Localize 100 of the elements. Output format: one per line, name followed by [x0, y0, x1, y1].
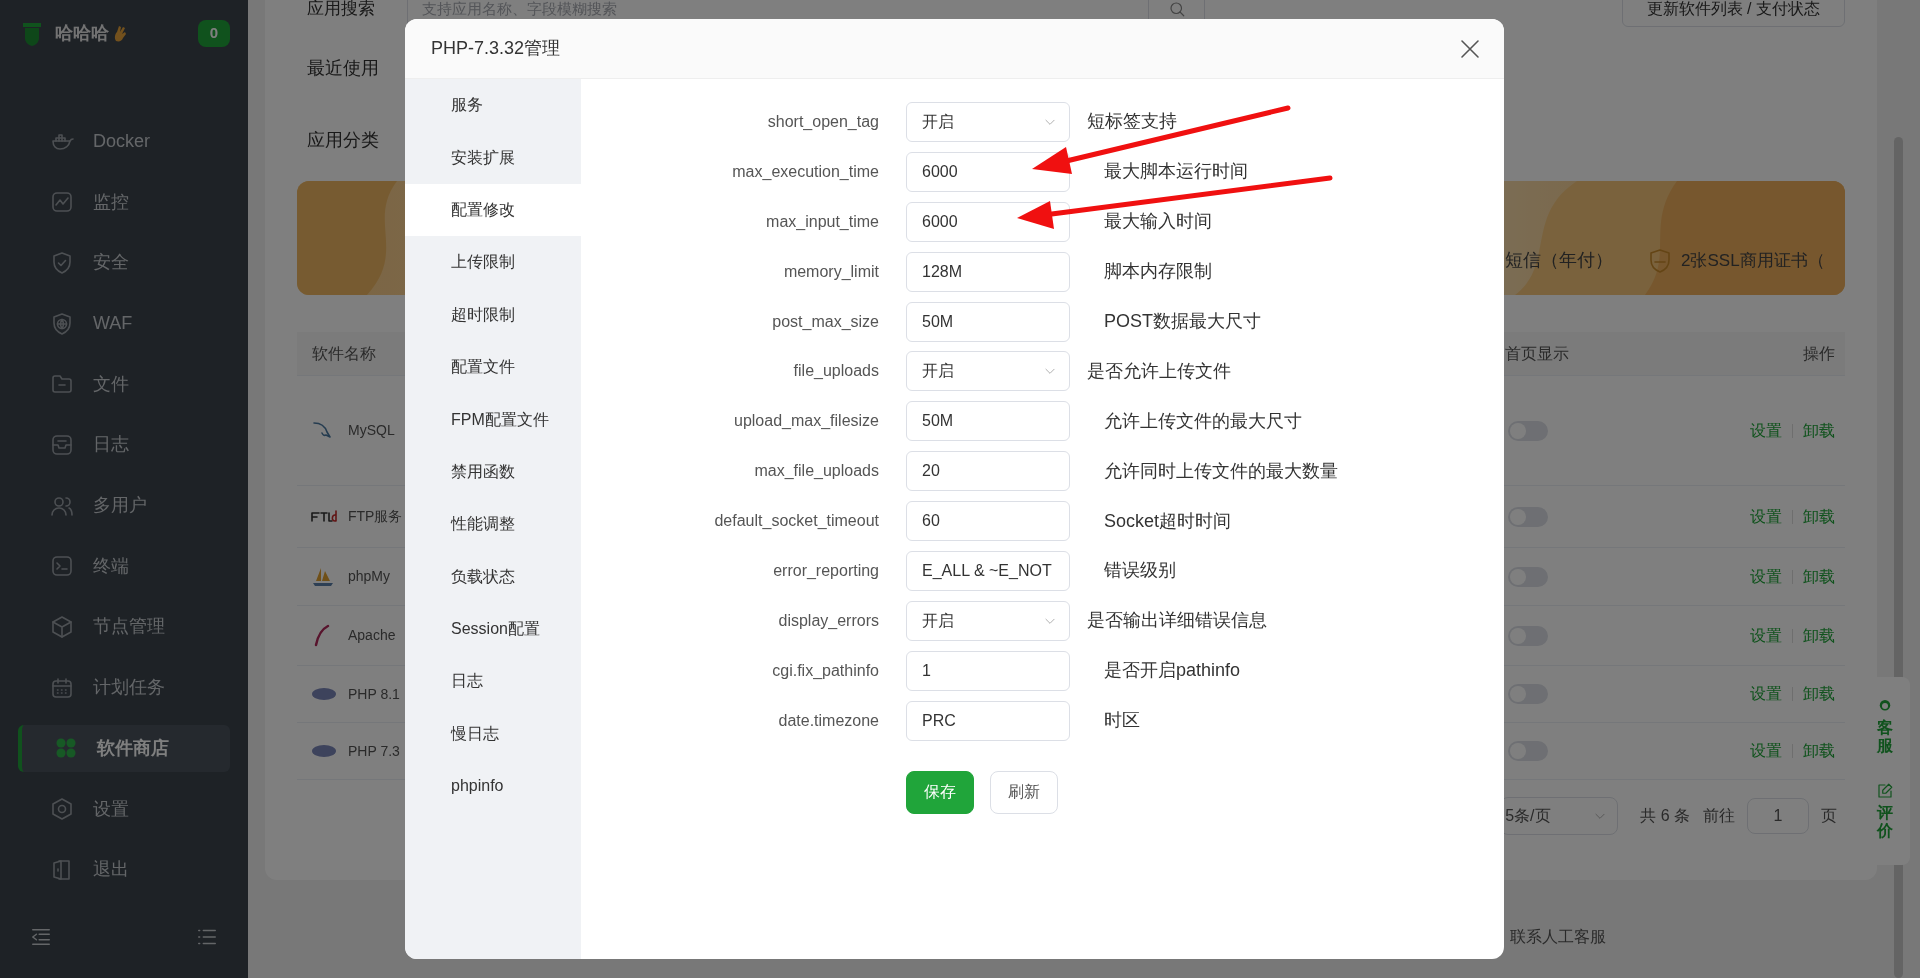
sidebar-item[interactable]: 安全	[18, 239, 230, 287]
input-field[interactable]: 50M	[906, 301, 1070, 342]
setting-label: short_open_tag	[766, 111, 879, 132]
setting-description: 错误级别	[1104, 559, 1176, 583]
setting-label: display_errors	[777, 610, 879, 631]
sidebar-item[interactable]: 监控	[18, 178, 230, 226]
settings-icon	[50, 797, 74, 821]
setting-label: max_execution_time	[731, 161, 879, 182]
search-icon	[1167, 0, 1186, 18]
sidebar-item[interactable]: 节点管理	[18, 603, 230, 651]
software-name: PHP 7.3	[348, 741, 400, 761]
action-link[interactable]: 设置	[1750, 564, 1782, 589]
sidebar-item[interactable]: 设置	[18, 785, 230, 833]
setting-label: cgi.fix_pathinfo	[771, 660, 879, 681]
input-field[interactable]: 50M	[906, 401, 1070, 442]
software-name: MySQL	[348, 421, 395, 440]
select-field[interactable]: 开启	[906, 101, 1070, 142]
setting-description: POST数据最大尺寸	[1104, 310, 1261, 333]
menu-item[interactable]: 负载状态	[405, 550, 581, 603]
setting-label: max_input_time	[765, 211, 879, 232]
action-link[interactable]: 设置	[1750, 623, 1782, 648]
dialog-title: PHP-7.3.32管理	[431, 37, 561, 60]
menu-item[interactable]: 性能调整	[405, 498, 581, 551]
menu-item[interactable]: 日志	[405, 655, 581, 708]
setting-label: max_file_uploads	[753, 461, 879, 482]
setting-description: 最大输入时间	[1104, 210, 1212, 234]
menu-item[interactable]: 超时限制	[405, 288, 581, 341]
menu-item[interactable]: FPM配置文件	[405, 393, 581, 446]
setting-description: 时区	[1104, 709, 1140, 733]
setting-label: file_uploads	[792, 361, 879, 382]
software-name: Apache	[348, 626, 396, 645]
sidebar-item[interactable]: 日志	[18, 421, 230, 469]
input-field[interactable]: 128M	[906, 251, 1070, 292]
setting-description: 脚本内存限制	[1104, 260, 1212, 284]
page-suffix: 页	[1821, 806, 1837, 826]
edit-icon	[1875, 782, 1894, 801]
sidebar-item[interactable]: 计划任务	[18, 664, 230, 712]
menu-item[interactable]: phpinfo	[405, 760, 581, 813]
action-link[interactable]: 卸载	[1803, 564, 1835, 589]
software-name: PHP 8.1	[348, 684, 400, 704]
cube-icon	[50, 614, 74, 639]
input-field[interactable]: 20	[906, 451, 1070, 492]
column-header: 首页显示	[1505, 343, 1569, 364]
select-field[interactable]: 开启	[906, 351, 1070, 392]
sidebar-item[interactable]: 软件商店	[18, 724, 230, 772]
calendar-icon	[50, 675, 74, 700]
input-field[interactable]: E_ALL & ~E_NOT	[906, 550, 1070, 591]
select-field[interactable]: 开启	[906, 600, 1070, 641]
setting-description: Socket超时时间	[1104, 509, 1232, 533]
action-link[interactable]: 卸载	[1803, 739, 1835, 763]
action-link[interactable]: 卸载	[1803, 504, 1835, 529]
sidebar-item[interactable]: Docker	[18, 117, 230, 165]
setting-label: date.timezone	[777, 710, 879, 731]
input-field[interactable]: 6000	[906, 201, 1070, 242]
menu-item[interactable]: Session配置	[405, 602, 581, 656]
sidebar-item[interactable]: 终端	[18, 542, 230, 590]
brand-name: 哈哈哈	[55, 21, 109, 45]
setting-description: 是否开启pathinfo	[1104, 659, 1241, 683]
action-link[interactable]: 设置	[1750, 418, 1782, 443]
widget-button[interactable]: 评价	[1875, 782, 1894, 840]
menu-item[interactable]: 禁用函数	[405, 445, 581, 499]
action-link[interactable]: 设置	[1750, 739, 1782, 763]
action-link[interactable]: 设置	[1750, 504, 1782, 529]
total-count: 共 6 条	[1640, 806, 1690, 826]
refresh-button[interactable]: 刷新	[990, 770, 1058, 814]
setting-description: 是否允许上传文件	[1087, 359, 1231, 383]
menu-item[interactable]: 服务	[405, 79, 581, 132]
menu-item[interactable]: 安装扩展	[405, 131, 581, 184]
action-link[interactable]: 设置	[1750, 682, 1782, 706]
setting-label: post_max_size	[771, 311, 879, 332]
menu-item[interactable]: 慢日志	[405, 707, 581, 761]
sidebar-item[interactable]: WAF	[18, 300, 230, 347]
contact-link[interactable]: 联系人工客服	[1510, 925, 1606, 949]
action-link[interactable]: 卸载	[1803, 682, 1835, 706]
save-button[interactable]: 保存	[906, 770, 974, 814]
action-link[interactable]: 卸载	[1803, 623, 1835, 648]
menu-item[interactable]: 上传限制	[405, 236, 581, 289]
input-field[interactable]: 60	[906, 501, 1070, 542]
menu-item[interactable]: 配置文件	[405, 340, 581, 394]
widget-button[interactable]: 客服	[1875, 697, 1894, 755]
sidebar-item[interactable]: 退出	[18, 846, 230, 894]
setting-label: error_reporting	[772, 560, 879, 581]
shield-check-icon	[50, 250, 74, 275]
page-input[interactable]: 1	[1747, 798, 1809, 834]
setting-label: upload_max_filesize	[733, 411, 879, 432]
terminal-icon	[50, 554, 74, 579]
software-name: phpMy	[348, 567, 391, 586]
update-button[interactable]: 更新软件列表 / 支付状态	[1621, 0, 1845, 27]
sidebar-item[interactable]: 多用户	[18, 482, 230, 530]
column-header: 操作	[1803, 343, 1835, 364]
chart-icon	[50, 190, 74, 215]
search-label: 应用搜索	[307, 0, 376, 21]
action-link[interactable]: 卸载	[1803, 418, 1835, 443]
input-field[interactable]: PRC	[906, 700, 1070, 741]
menu-item[interactable]: 配置修改	[405, 183, 581, 237]
sidebar-item[interactable]: 文件	[18, 360, 230, 408]
input-field[interactable]: 1	[906, 650, 1070, 691]
setting-description: 最大脚本运行时间	[1104, 160, 1248, 184]
software-name: FTP服务	[348, 507, 403, 526]
input-field[interactable]: 6000	[906, 151, 1070, 192]
